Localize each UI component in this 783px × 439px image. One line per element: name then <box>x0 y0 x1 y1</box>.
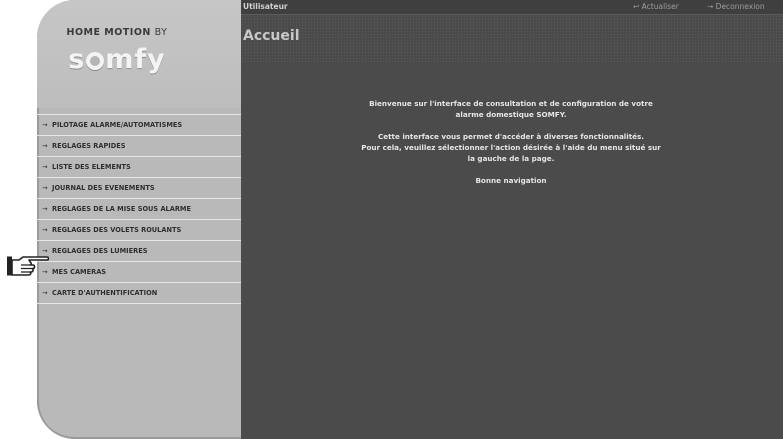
top-bar: Utilisateur ↩ Actualiser → Deconnexion <box>241 0 783 15</box>
menu-item-label: REGLAGES RAPIDES <box>52 142 126 150</box>
sidebar-menu: → PILOTAGE ALARME/AUTOMATISMES → REGLAGES … <box>37 114 241 304</box>
menu-item-reglages-rapides[interactable]: → REGLAGES RAPIDES <box>37 136 241 157</box>
welcome-paragraph-1: Bienvenue sur l'interface de consultatio… <box>369 99 653 119</box>
title-band: Accueil <box>241 15 783 63</box>
somfy-logo: s mfy <box>68 44 166 75</box>
menu-item-label: LISTE DES ELEMENTS <box>52 163 131 171</box>
menu-item-mise-sous-alarme[interactable]: → REGLAGES DE LA MISE SOUS ALARME <box>37 199 241 220</box>
arrow-right-icon: → <box>42 226 48 234</box>
brand-prefix: HOME MOTION <box>66 27 151 38</box>
menu-item-label: CARTE D'AUTHENTIFICATION <box>52 289 158 297</box>
menu-item-volets-roulants[interactable]: → REGLAGES DES VOLETS ROULANTS <box>37 220 241 241</box>
page-title: Accueil <box>243 28 300 44</box>
menu-item-journal[interactable]: → JOURNAL DES EVENEMENTS <box>37 178 241 199</box>
brand-by: BY <box>154 27 168 38</box>
sidebar: HOME MOTION BY s mfy → PILOTAGE ALARME/AUT… <box>37 0 241 439</box>
welcome-closing: Bonne navigation <box>475 176 547 185</box>
arrow-right-icon: → <box>42 142 48 150</box>
welcome-paragraph-2: Cette interface vous permet d'accéder à … <box>361 131 661 164</box>
refresh-link[interactable]: ↩ Actualiser <box>633 0 679 14</box>
arrow-right-icon: → <box>42 289 48 297</box>
pointing-hand-icon <box>7 256 49 276</box>
brand-tagline: HOME MOTION BY <box>37 27 197 38</box>
welcome-paragraph-2a: Cette interface vous permet d'accéder à … <box>377 132 645 141</box>
arrow-right-icon: → <box>42 163 48 171</box>
user-label: Utilisateur <box>243 2 288 11</box>
menu-item-mes-cameras[interactable]: → MES CAMERAS <box>37 262 241 283</box>
arrow-right-icon: → <box>42 205 48 213</box>
menu-item-liste-elements[interactable]: → LISTE DES ELEMENTS <box>37 157 241 178</box>
brand-area: HOME MOTION BY s mfy <box>37 0 241 108</box>
welcome-paragraph-2b: Pour cela, veuillez sélectionner l'actio… <box>361 143 661 163</box>
welcome-message: Bienvenue sur l'interface de consultatio… <box>361 98 661 197</box>
arrow-right-icon: → <box>42 121 48 129</box>
menu-item-label: REGLAGES DES LUMIERES <box>52 247 148 255</box>
menu-item-label: REGLAGES DE LA MISE SOUS ALARME <box>52 205 191 213</box>
logo-o-mark <box>86 52 105 70</box>
menu-item-label: JOURNAL DES EVENEMENTS <box>52 184 155 192</box>
menu-item-label: PILOTAGE ALARME/AUTOMATISMES <box>52 121 183 129</box>
main-content: Utilisateur ↩ Actualiser → Deconnexion A… <box>241 0 783 439</box>
menu-item-label: REGLAGES DES VOLETS ROULANTS <box>52 226 182 234</box>
menu-item-lumieres[interactable]: → REGLAGES DES LUMIERES <box>37 241 241 262</box>
arrow-right-icon: → <box>42 184 48 192</box>
menu-item-carte-authentification[interactable]: → CARTE D'AUTHENTIFICATION <box>37 283 241 304</box>
menu-item-label: MES CAMERAS <box>52 268 107 276</box>
menu-item-pilotage[interactable]: → PILOTAGE ALARME/AUTOMATISMES <box>37 115 241 136</box>
logout-link[interactable]: → Deconnexion <box>707 0 765 14</box>
